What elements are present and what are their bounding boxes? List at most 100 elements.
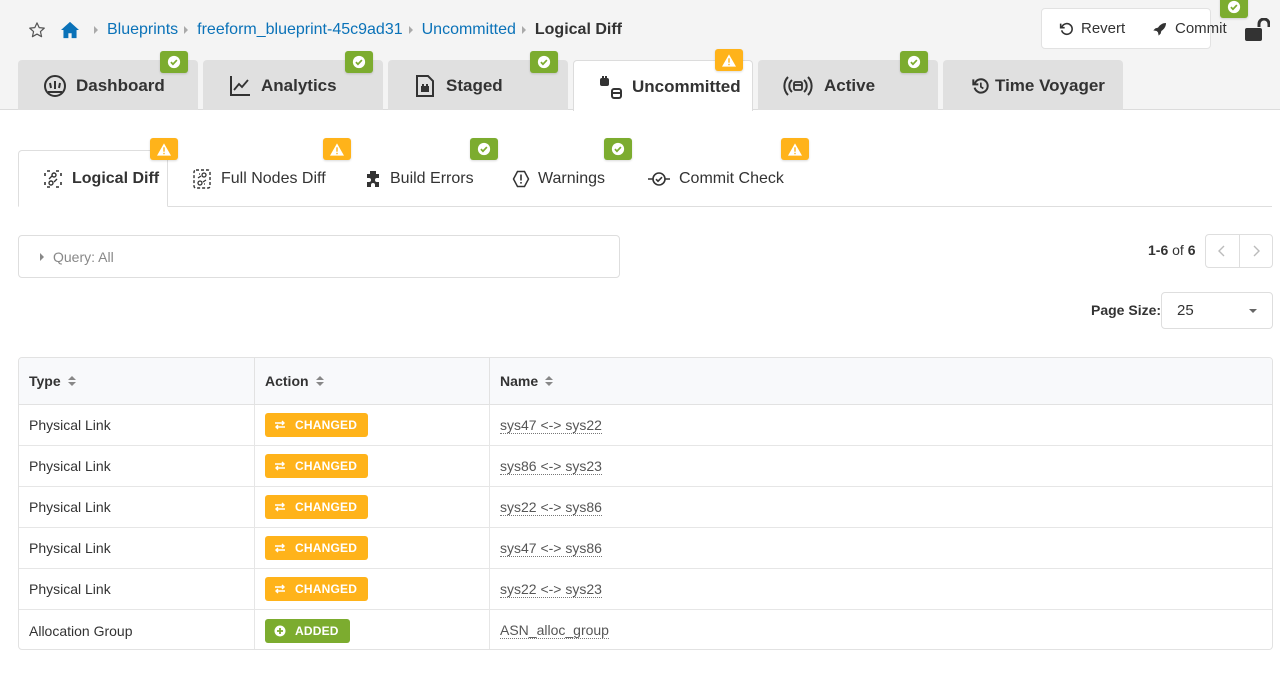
check-circle-icon [477,142,491,156]
subtab-commit-check[interactable]: Commit Check [647,150,784,207]
name-link[interactable]: sys47 <-> sys22 [500,417,602,434]
history-icon [968,75,992,97]
pagination-controls [1205,234,1273,268]
breadcrumb-separator-icon [184,26,189,34]
name-link[interactable]: sys22 <-> sys23 [500,581,602,598]
cell-action: CHANGED [255,487,490,527]
cell-action: ADDED [255,610,490,649]
dashboard-gauge-icon [43,75,67,97]
cell-action: CHANGED [255,446,490,486]
cell-type: Physical Link [19,569,255,609]
tab-label: Uncommitted [632,77,741,96]
warning-triangle-icon [157,142,171,156]
cell-type: Physical Link [19,446,255,486]
revert-button[interactable]: Revert [1058,20,1125,37]
line-chart-icon [228,75,252,97]
subtab-full-nodes-diff[interactable]: Full Nodes Diff [192,150,326,207]
chevron-left-icon [1218,245,1225,257]
subtab-label: Logical Diff [72,169,160,187]
breadcrumb-uncommitted[interactable]: Uncommitted [422,21,516,39]
tab-label: Time Voyager [995,76,1105,95]
status-badge-warning [150,138,178,160]
warning-octagon-icon [511,169,531,189]
warning-triangle-icon [788,142,802,156]
unlock-icon[interactable] [1244,17,1271,42]
action-label: CHANGED [295,582,358,596]
tab-time-voyager[interactable]: Time Voyager [943,60,1123,110]
commit-label: Commit [1175,20,1227,37]
status-badge-ok [604,138,632,160]
name-link[interactable]: ASN_alloc_group [500,622,609,639]
subtab-build-errors[interactable]: Build Errors [363,150,474,207]
name-link[interactable]: sys47 <-> sys86 [500,540,602,557]
breadcrumb-blueprint-name[interactable]: freeform_blueprint-45c9ad31 [197,21,402,39]
caret-right-icon [40,252,44,261]
pagination-range: 1-6 [1148,242,1169,258]
status-badge-warning [323,138,351,160]
table-row: Allocation Group ADDED ASN_alloc_group [19,610,1272,649]
cell-type: Physical Link [19,528,255,568]
subtab-logical-diff[interactable]: Logical Diff [18,150,168,207]
commit-button[interactable]: Commit [1152,20,1227,37]
rocket-icon [1153,22,1166,36]
column-header-name[interactable]: Name [490,358,1272,404]
status-badge-warning [715,49,743,71]
action-label: CHANGED [295,500,358,514]
star-icon[interactable] [28,21,46,39]
commit-actions: Revert Commit [1041,8,1227,49]
check-circle-icon [907,55,921,69]
action-label: CHANGED [295,459,358,473]
changed-badge: CHANGED [265,495,369,519]
sort-icon [67,376,76,386]
warning-triangle-icon [330,142,344,156]
breadcrumb-current: Logical Diff [534,21,622,38]
cell-action: CHANGED [255,405,490,445]
check-circle-icon [167,55,181,69]
subtab-label: Build Errors [390,169,474,187]
cell-name: ASN_alloc_group [490,610,1272,649]
column-header-type[interactable]: Type [19,358,255,404]
action-label: ADDED [295,623,339,638]
status-badge-ok [900,51,928,73]
column-label: Action [265,373,309,389]
cell-name: sys22 <-> sys23 [490,569,1272,609]
page-size-select[interactable]: 25 [1161,292,1273,329]
prev-page-button[interactable] [1206,235,1240,267]
column-header-action[interactable]: Action [255,358,490,404]
tab-label: Analytics [261,76,337,95]
action-label: CHANGED [295,418,358,432]
tab-label: Dashboard [76,76,165,95]
check-circle-icon [1227,0,1241,14]
top-bar: Blueprints freeform_blueprint-45c9ad31 U… [0,0,1280,111]
status-badge-warning [781,138,809,160]
undo-icon [1059,22,1073,35]
cell-name: sys47 <-> sys22 [490,405,1272,445]
cell-name: sys22 <-> sys86 [490,487,1272,527]
commit-check-icon [647,169,671,189]
changed-badge: CHANGED [265,413,369,437]
breadcrumb-blueprints[interactable]: Blueprints [107,21,178,39]
query-toggle[interactable]: Query: All [18,235,620,278]
name-link[interactable]: sys86 <-> sys23 [500,458,602,475]
name-link[interactable]: sys22 <-> sys86 [500,499,602,516]
subtab-label: Commit Check [679,169,784,187]
pagination-total: 6 [1187,242,1196,258]
cell-type: Allocation Group [19,610,255,649]
status-badge-ok [345,51,373,73]
table-row: Physical Link CHANGED sys86 <-> sys23 [19,446,1272,487]
page-size-label: Page Size: [1091,302,1162,318]
cell-name: sys86 <-> sys23 [490,446,1272,486]
swap-arrows-icon [275,420,285,430]
next-page-button[interactable] [1240,235,1273,267]
swap-arrows-icon [275,461,285,471]
cell-action: CHANGED [255,569,490,609]
subtab-warnings[interactable]: Warnings [511,150,605,207]
home-icon[interactable] [60,21,80,39]
swap-arrows-icon [275,543,285,553]
warning-triangle-icon [722,53,736,67]
broadcast-icon [782,75,814,97]
check-circle-icon [352,55,366,69]
table-row: Physical Link CHANGED sys47 <-> sys22 [19,405,1272,446]
breadcrumb-separator-icon [94,26,98,34]
commit-status-badge [1220,0,1248,18]
